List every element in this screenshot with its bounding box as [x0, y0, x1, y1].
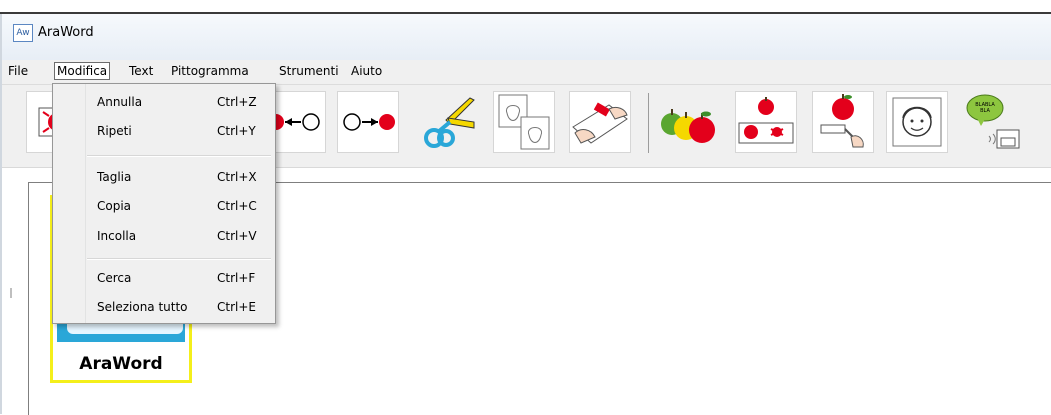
cut-scissors-icon [424, 97, 475, 148]
page-edge-marker [10, 288, 12, 298]
menu-file[interactable]: File [6, 64, 30, 78]
menu-item-annulla[interactable]: Annulla Ctrl+Z [54, 91, 274, 115]
menu-pittogramma[interactable]: Pittogramma [169, 64, 251, 78]
apples-group-button[interactable] [657, 91, 719, 153]
menu-item-incolla[interactable]: Incolla Ctrl+V [54, 225, 274, 249]
copy-pictogram-icon [498, 94, 550, 150]
splash-app-name: AraWord [79, 354, 163, 374]
desktop-top-strip [0, 0, 1051, 14]
menu-item-ripeti[interactable]: Ripeti Ctrl+Y [54, 120, 274, 144]
window-title: AraWord [38, 25, 94, 40]
write-apple-button[interactable] [812, 91, 874, 153]
app-icon: Aw [13, 24, 33, 42]
menu-item-label: Annulla [97, 95, 143, 109]
copy-pictogram-button[interactable] [493, 91, 555, 153]
paste-glue-button[interactable] [569, 91, 631, 153]
menu-item-label: Incolla [97, 229, 137, 243]
toolbar-separator [648, 93, 649, 153]
next-pictogram-button[interactable] [337, 91, 399, 153]
menu-item-shortcut: Ctrl+Y [217, 124, 256, 138]
next-pictogram-icon [343, 113, 395, 131]
paste-glue-icon [572, 102, 628, 144]
menu-item-shortcut: Ctrl+X [217, 170, 257, 184]
menu-modifica[interactable]: Modifica [54, 62, 111, 80]
menu-strumenti[interactable]: Strumenti [277, 64, 341, 78]
apples-group-icon [661, 109, 715, 143]
menu-item-taglia[interactable]: Taglia Ctrl+X [54, 166, 274, 190]
menu-text[interactable]: Text [127, 64, 155, 78]
speech-icon: BLABLA BLA [966, 94, 1020, 149]
menu-item-shortcut: Ctrl+Z [217, 95, 257, 109]
title-bar: Aw AraWord [2, 14, 1051, 60]
edit-menu-dropdown: Annulla Ctrl+Z Ripeti Ctrl+Y Taglia Ctrl… [52, 83, 276, 324]
menu-item-label: Ripeti [97, 124, 132, 138]
apples-layout-button[interactable] [735, 91, 797, 153]
svg-text:BLA: BLA [980, 108, 990, 114]
menu-item-label: Copia [97, 199, 132, 213]
speech-button[interactable]: BLABLA BLA [962, 91, 1024, 153]
menu-item-cerca[interactable]: Cerca Ctrl+F [54, 267, 274, 291]
menu-bar: File Modifica Text Pittogramma Strumenti… [2, 60, 1051, 85]
menu-item-label: Taglia [97, 170, 132, 184]
write-apple-icon [820, 94, 864, 148]
face-icon [892, 97, 942, 147]
menu-item-shortcut: Ctrl+V [217, 229, 257, 243]
menu-item-shortcut: Ctrl+C [217, 199, 257, 213]
menu-item-shortcut: Ctrl+F [217, 271, 256, 285]
menu-item-seleziona-tutto[interactable]: Seleziona tutto Ctrl+E [54, 296, 274, 320]
menu-item-label: Cerca [97, 271, 132, 285]
menu-separator [87, 258, 271, 260]
menu-aiuto[interactable]: Aiuto [349, 64, 384, 78]
menu-separator [87, 155, 271, 157]
face-button[interactable] [886, 91, 948, 153]
menu-item-shortcut: Ctrl+E [217, 300, 256, 314]
menu-item-label: Seleziona tutto [97, 300, 188, 314]
menu-item-copia[interactable]: Copia Ctrl+C [54, 195, 274, 219]
apples-layout-icon [738, 97, 794, 144]
cut-button[interactable] [415, 91, 477, 153]
